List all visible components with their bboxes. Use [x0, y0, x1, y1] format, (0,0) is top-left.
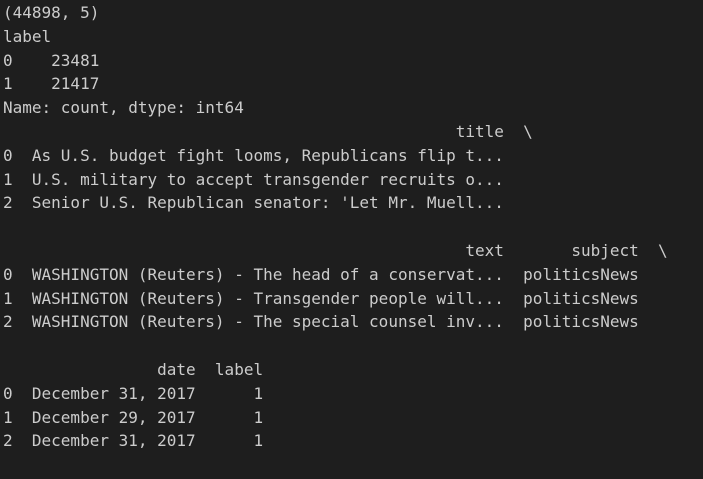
cell-output: (44898, 5) label 0 23481 1 21417 Name: c…	[0, 0, 703, 479]
value-count-row: 1 21417	[3, 74, 100, 94]
date-label-row: 0 December 31, 2017 1	[3, 383, 264, 403]
title-row: 1 U.S. military to accept transgender re…	[3, 169, 504, 189]
date-label-row: 2 December 31, 2017 1	[3, 431, 264, 451]
title-column-header: title \	[3, 121, 533, 141]
date-label-column-header: date label	[3, 359, 264, 379]
text-subject-column-header: text subject \	[3, 240, 668, 260]
title-row: 0 As U.S. budget fight looms, Republican…	[3, 145, 504, 165]
shape-line: (44898, 5)	[3, 3, 100, 22]
text-subject-row: 2 WASHINGTON (Reuters) - The special cou…	[3, 312, 639, 332]
date-label-row: 1 December 29, 2017 1	[3, 407, 264, 427]
value-counts-footer: Name: count, dtype: int64	[3, 98, 244, 118]
text-subject-row: 0 WASHINGTON (Reuters) - The head of a c…	[3, 264, 639, 284]
title-row: 2 Senior U.S. Republican senator: 'Let M…	[3, 193, 504, 213]
value-counts-header: label	[3, 26, 52, 46]
value-count-row: 0 23481	[3, 50, 100, 70]
text-subject-row: 1 WASHINGTON (Reuters) - Transgender peo…	[3, 288, 639, 308]
